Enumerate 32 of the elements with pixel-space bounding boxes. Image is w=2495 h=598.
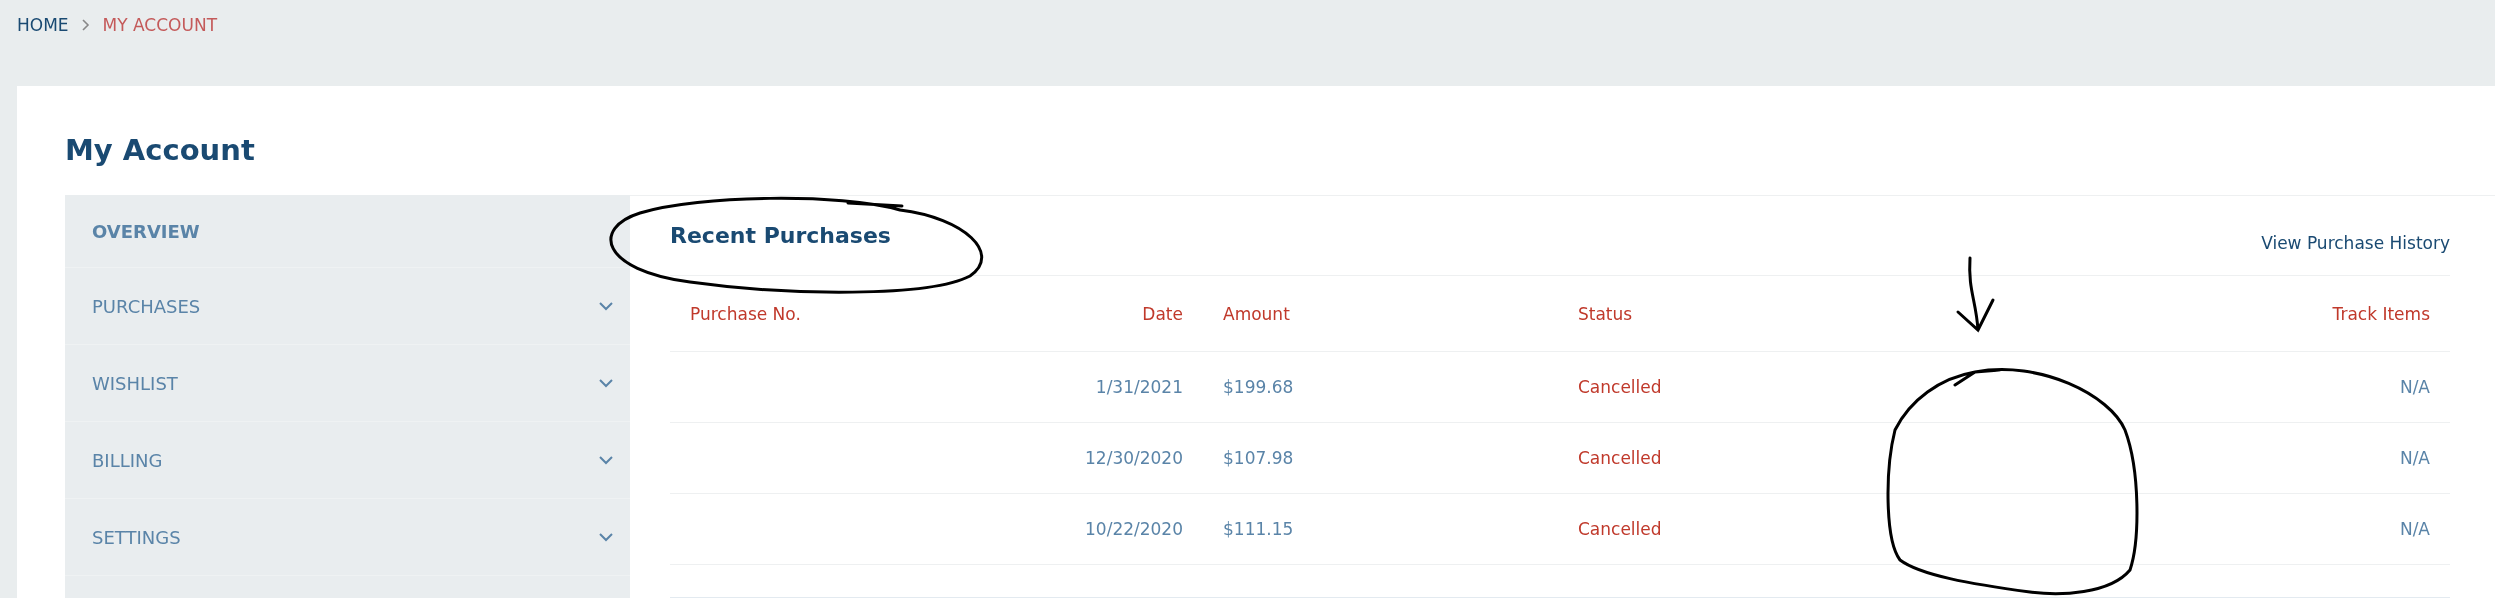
- sidebar-item[interactable]: OVERVIEW: [65, 195, 630, 268]
- table-cell-text: N/A: [2398, 377, 2431, 397]
- view-history-link[interactable]: View Purchase History: [2261, 232, 2450, 253]
- status-text: Cancelled: [1578, 448, 1663, 468]
- sidebar-item[interactable]: WISHLIST: [65, 345, 630, 422]
- table-cell-text: 1/31/2021: [1094, 377, 1183, 397]
- table-cell-text: $199.68: [1223, 377, 1295, 397]
- column-header: Status: [1578, 303, 1634, 324]
- column-header: Amount: [1223, 303, 1291, 324]
- chevron-down-icon: [599, 378, 613, 388]
- table-cell-text: N/A: [2398, 519, 2431, 539]
- page-title: My Account: [65, 132, 256, 168]
- table-cell-text: $107.98: [1223, 448, 1295, 468]
- chevron-down-icon: [599, 532, 613, 542]
- sidebar-item[interactable]: SETTINGS: [65, 499, 630, 576]
- section-title: Recent Purchases: [670, 223, 891, 248]
- chevron-down-icon: [599, 455, 613, 465]
- column-header: Track Items: [2331, 303, 2431, 324]
- column-header: Purchase No.: [689, 303, 802, 324]
- table-cell-text: 10/22/2020: [1084, 519, 1183, 539]
- column-header: Date: [1141, 303, 1183, 324]
- table-cell-text: 12/30/2020: [1084, 448, 1183, 468]
- breadcrumb-link[interactable]: HOME: [17, 15, 69, 35]
- breadcrumb-link[interactable]: MY ACCOUNT: [102, 15, 218, 35]
- chevron-right-icon: [81, 19, 90, 31]
- status-text: Cancelled: [1578, 519, 1663, 539]
- sidebar-item[interactable]: PURCHASES: [65, 268, 630, 345]
- sidebar-item[interactable]: BILLING: [65, 422, 630, 499]
- status-text: Cancelled: [1578, 377, 1663, 397]
- chevron-down-icon: [599, 301, 613, 311]
- table-cell-text: N/A: [2398, 448, 2431, 468]
- table-cell-text: $111.15: [1223, 519, 1295, 539]
